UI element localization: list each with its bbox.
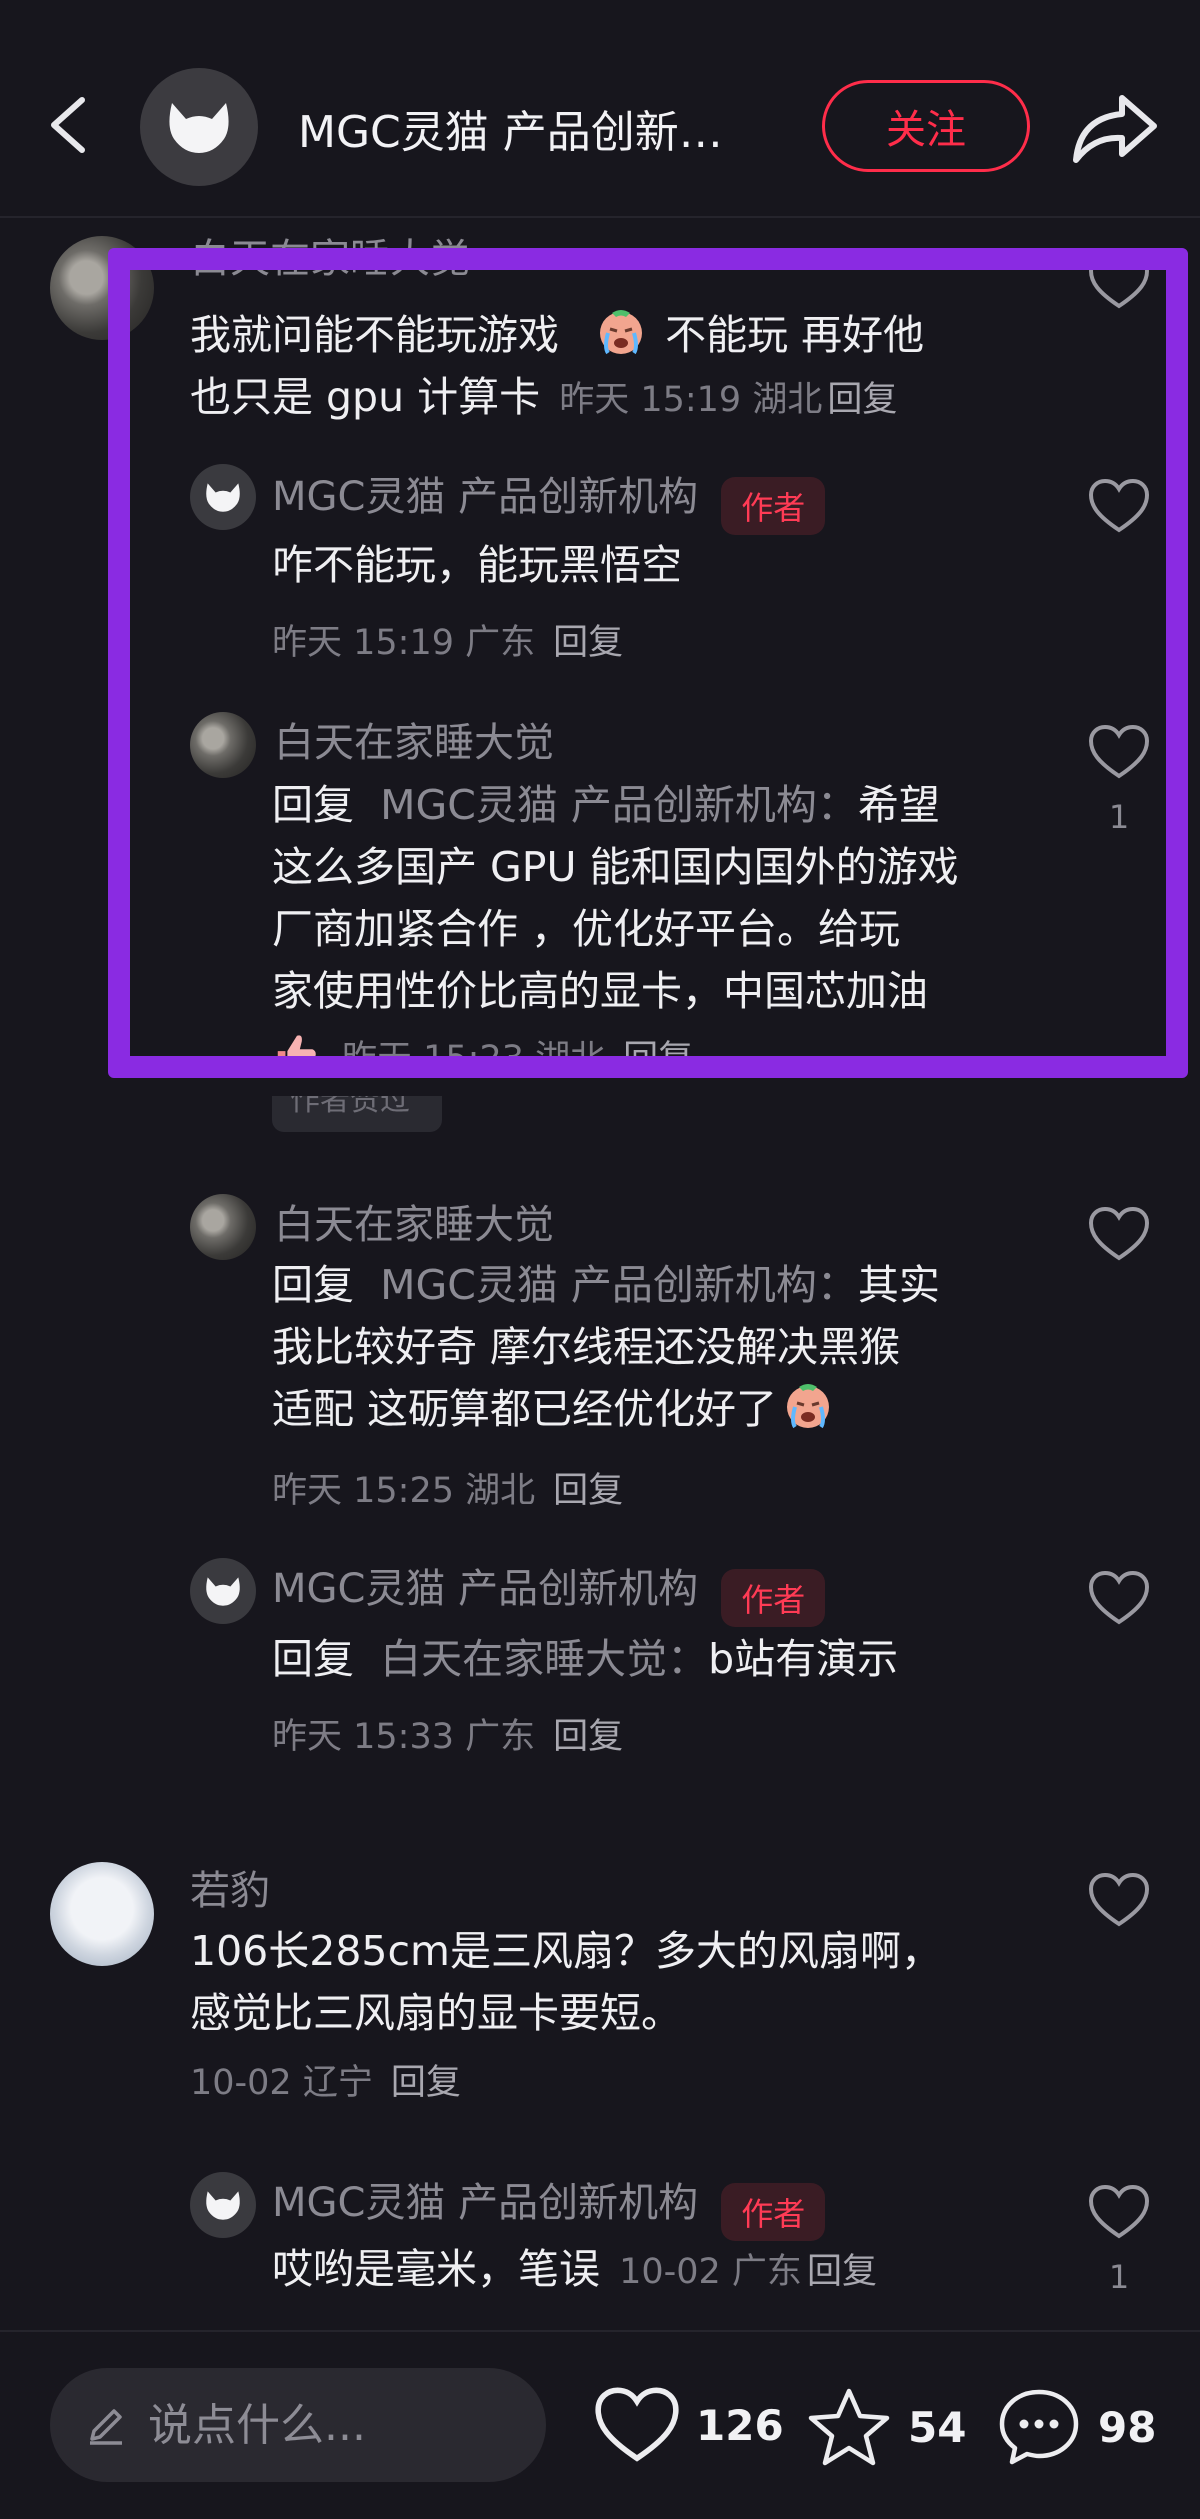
reply-footer: 昨天 15:33 广东 回复	[272, 1717, 624, 1757]
avatar[interactable]	[190, 1194, 256, 1260]
like-count: 126	[696, 2400, 784, 2450]
comment-list: 白天在家睡大觉 我就问能不能玩游戏 不能玩 再好他 也只是 gpu 计算卡 昨天…	[0, 220, 1200, 2328]
author-name[interactable]: MGC灵猫 产品创新…	[298, 96, 778, 160]
reply-button[interactable]: 回复	[623, 1039, 693, 1079]
avatar[interactable]	[190, 2172, 256, 2238]
reply-footer: 昨天 15:19 广东 回复	[272, 623, 624, 663]
author-avatar[interactable]	[140, 68, 258, 186]
reply-button[interactable]: 回复	[553, 1717, 623, 1757]
crying-emoji-icon	[600, 310, 643, 355]
crying-emoji-icon	[787, 1384, 830, 1429]
favorite-stat[interactable]: 54	[806, 2386, 966, 2468]
heart-icon	[595, 2387, 679, 2462]
reply-text: 回复 MGC灵猫 产品创新机构：其实 我比较好奇 摩尔线程还没解决黑猴 适配 这…	[272, 1261, 940, 1433]
reply-button[interactable]: 回复	[553, 623, 623, 663]
favorite-count: 54	[908, 2402, 967, 2452]
back-button[interactable]	[30, 80, 110, 170]
author-liked-tag: 作者赞过	[272, 1096, 442, 1132]
reply-username[interactable]: 白天在家睡大觉	[274, 710, 554, 768]
reply-text: 回复 MGC灵猫 产品创新机构：希望 这么多国产 GPU 能和国内国外的游戏 厂…	[272, 781, 959, 1015]
reply-username[interactable]: 白天在家睡大觉	[274, 1192, 554, 1250]
comment-footer: 也只是 gpu 计算卡 昨天 15:19 湖北 回复	[190, 373, 898, 421]
reply-text-row: 哎哟是毫米，笔误 10-02 广东 回复	[272, 2245, 878, 2293]
reply-button[interactable]: 回复	[391, 2063, 461, 2103]
avatar[interactable]	[50, 236, 154, 340]
comment-username[interactable]: 白天在家睡大觉	[190, 226, 470, 284]
heart-icon[interactable]	[1088, 1206, 1150, 1262]
comment-count: 98	[1098, 2402, 1157, 2452]
avatar[interactable]	[190, 712, 256, 778]
thumbs-up-emoji-icon	[277, 1035, 316, 1075]
cat-logo-icon	[206, 2191, 240, 2220]
avatar[interactable]	[50, 1862, 154, 1966]
avatar[interactable]	[190, 464, 256, 530]
reply-target-user[interactable]: MGC灵猫 产品创新机构：	[380, 781, 858, 829]
reply-text: 回复 白天在家睡大觉：b站有演示	[272, 1635, 899, 1683]
reply-username[interactable]: MGC灵猫 产品创新机构	[272, 2180, 698, 2226]
back-arrow-icon	[51, 97, 85, 153]
reply-text: 哎哟是毫米，笔误	[272, 2245, 600, 2293]
comment-username[interactable]: 若豹	[190, 1858, 270, 1916]
heart-icon[interactable]	[1088, 1570, 1150, 1626]
comment-input-box[interactable]	[50, 2368, 546, 2482]
top-nav-bar: MGC灵猫 产品创新… 关注	[0, 0, 1200, 218]
comment-text: 我就问能不能玩游戏 不能玩 再好他	[190, 304, 1040, 366]
reply-target-user[interactable]: 白天在家睡大觉：	[380, 1635, 708, 1683]
reply-button[interactable]: 回复	[807, 2252, 877, 2292]
star-icon	[808, 2388, 890, 2466]
comment-input[interactable]	[148, 2399, 508, 2451]
reply-username[interactable]: MGC灵猫 产品创新机构	[272, 1566, 698, 1612]
heart-icon[interactable]	[1088, 478, 1150, 534]
cat-logo-icon	[206, 483, 240, 512]
reply-button[interactable]: 回复	[827, 380, 897, 420]
like-count: 1	[1108, 798, 1130, 836]
share-button[interactable]	[1064, 84, 1164, 174]
author-badge: 作者	[721, 476, 826, 535]
author-badge: 作者	[721, 1568, 826, 1627]
author-badge: 作者	[721, 2182, 826, 2241]
heart-icon[interactable]	[1088, 254, 1150, 310]
reply-target-user[interactable]: MGC灵猫 产品创新机构：	[380, 1261, 858, 1309]
cat-logo-icon	[169, 103, 229, 153]
comment-footer: 10-02 辽宁 回复	[190, 2063, 461, 2103]
reply-footer: 昨天 15:23 湖北 回复	[272, 1030, 693, 1081]
bottom-action-bar: 126 54 98	[0, 2330, 1200, 2519]
follow-button[interactable]: 关注	[822, 80, 1030, 172]
like-stat[interactable]: 126	[594, 2386, 784, 2464]
reply-footer: 昨天 15:25 湖北 回复	[272, 1471, 624, 1511]
reply-header: MGC灵猫 产品创新机构 作者	[272, 464, 826, 535]
reply-header: MGC灵猫 产品创新机构 作者	[272, 2170, 826, 2241]
heart-icon[interactable]	[1088, 724, 1150, 780]
avatar[interactable]	[190, 1558, 256, 1624]
heart-icon[interactable]	[1088, 2184, 1150, 2240]
share-icon	[1073, 95, 1157, 163]
comment-bubble-icon	[999, 2389, 1079, 2465]
reply-text: 咋不能玩，能玩黑悟空	[272, 541, 682, 589]
reply-header: MGC灵猫 产品创新机构 作者	[272, 1556, 826, 1627]
reply-button[interactable]: 回复	[553, 1471, 623, 1511]
comment-stat[interactable]: 98	[996, 2386, 1156, 2468]
heart-icon[interactable]	[1088, 1872, 1150, 1928]
pencil-icon	[90, 2409, 122, 2445]
cat-logo-icon	[206, 1577, 240, 1606]
like-count: 1	[1108, 2258, 1130, 2296]
comment-text: 106长285cm是三风扇？多大的风扇啊， 感觉比三风扇的显卡要短。	[190, 1927, 942, 2037]
reply-username[interactable]: MGC灵猫 产品创新机构	[272, 474, 698, 520]
